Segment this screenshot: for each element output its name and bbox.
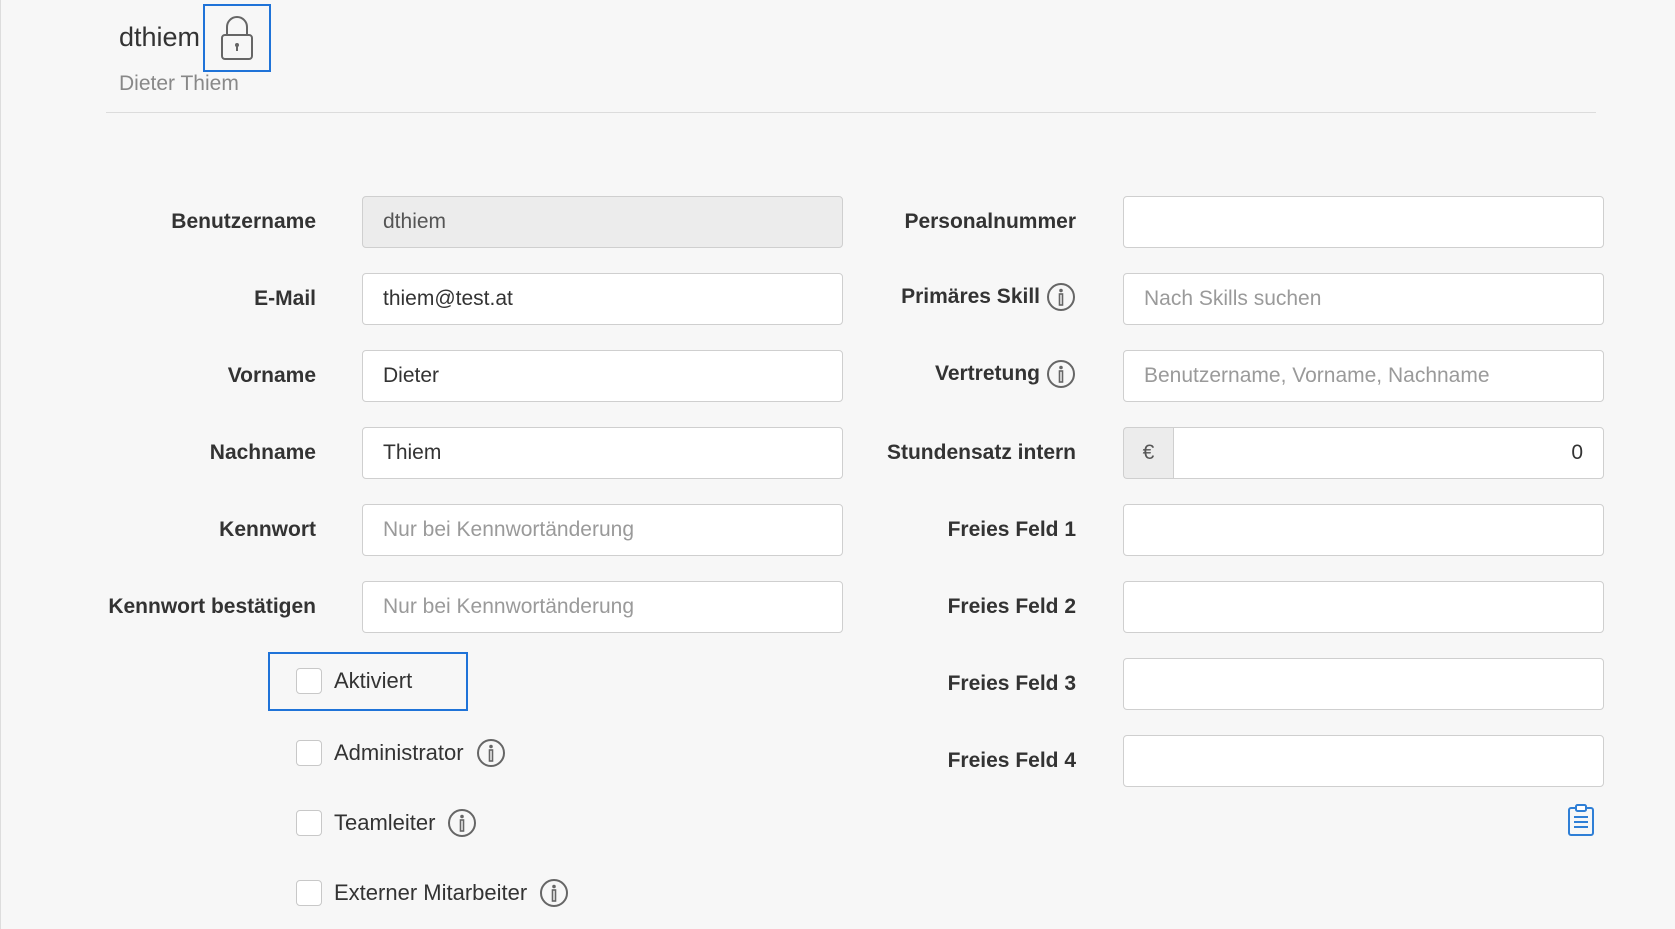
hourly-rate-input[interactable]	[1173, 427, 1604, 479]
hourly-rate-group: €	[1123, 427, 1604, 479]
password-label: Kennwort	[219, 518, 316, 541]
active-checkbox-row[interactable]: Aktiviert	[296, 668, 412, 694]
last-name-label: Nachname	[209, 441, 316, 464]
lock-button[interactable]	[203, 4, 271, 72]
free-field-1-input[interactable]	[1123, 504, 1604, 556]
free-field-4-label: Freies Feld 4	[947, 749, 1076, 772]
personnel-number-input[interactable]	[1123, 196, 1604, 248]
first-name-label: Vorname	[227, 364, 316, 387]
last-name-input[interactable]	[362, 427, 843, 479]
free-field-2-label: Freies Feld 2	[947, 595, 1076, 618]
free-field-3-input[interactable]	[1123, 658, 1604, 710]
team-lead-checkbox-row[interactable]: Teamleiter	[296, 808, 477, 838]
info-icon[interactable]	[539, 878, 569, 908]
password-confirm-input[interactable]	[362, 581, 843, 633]
primary-skill-label: Primäres Skill	[821, 282, 1076, 312]
clipboard-icon[interactable]	[1566, 803, 1596, 837]
header-full-name: Dieter Thiem	[119, 72, 239, 95]
info-icon[interactable]	[447, 808, 477, 838]
password-confirm-label: Kennwort bestätigen	[108, 595, 316, 618]
active-checkbox[interactable]	[296, 668, 322, 694]
hourly-rate-label: Stundensatz intern	[886, 441, 1076, 464]
username-label: Benutzername	[171, 210, 316, 233]
free-field-2-input[interactable]	[1123, 581, 1604, 633]
header-divider	[106, 112, 1596, 113]
first-name-input[interactable]	[362, 350, 843, 402]
substitute-label: Vertretung	[821, 359, 1076, 389]
email-label: E-Mail	[254, 287, 316, 310]
lock-icon	[221, 16, 253, 60]
active-label: Aktiviert	[334, 668, 413, 693]
info-icon[interactable]	[476, 738, 506, 768]
header-username: dthiem	[119, 22, 201, 52]
free-field-3-label: Freies Feld 3	[947, 672, 1076, 695]
username-input[interactable]	[362, 196, 843, 248]
user-edit-page: dthiem Dieter Thiem Benutzername E-Mail …	[0, 0, 1675, 929]
info-icon[interactable]	[1046, 282, 1076, 312]
admin-checkbox[interactable]	[296, 740, 322, 766]
external-checkbox-row[interactable]: Externer Mitarbeiter	[296, 878, 569, 908]
personnel-number-label: Personalnummer	[904, 210, 1076, 233]
external-checkbox[interactable]	[296, 880, 322, 906]
free-field-4-input[interactable]	[1123, 735, 1604, 787]
primary-skill-input[interactable]	[1123, 273, 1604, 325]
external-label: Externer Mitarbeiter	[334, 880, 528, 905]
free-field-1-label: Freies Feld 1	[947, 518, 1076, 541]
admin-label: Administrator	[334, 740, 464, 765]
email-input[interactable]	[362, 273, 843, 325]
password-input[interactable]	[362, 504, 843, 556]
admin-checkbox-row[interactable]: Administrator	[296, 738, 506, 768]
substitute-input[interactable]	[1123, 350, 1604, 402]
team-lead-label: Teamleiter	[334, 810, 436, 835]
team-lead-checkbox[interactable]	[296, 810, 322, 836]
info-icon[interactable]	[1046, 359, 1076, 389]
currency-addon: €	[1123, 427, 1173, 479]
